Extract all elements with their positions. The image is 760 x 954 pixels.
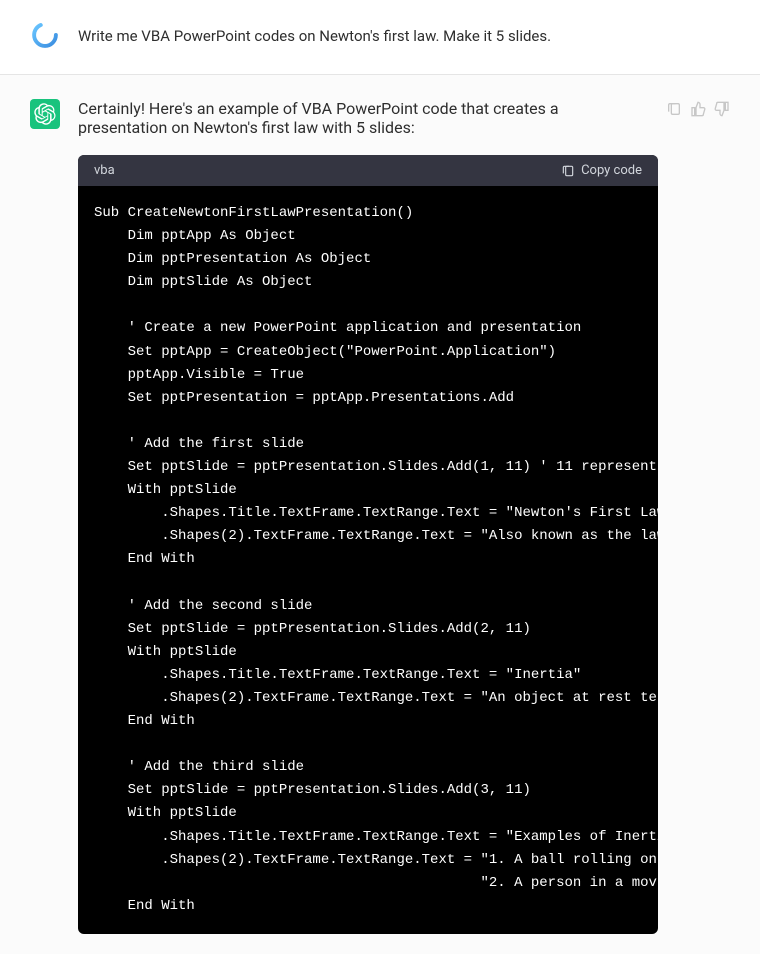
code-language-label: vba	[94, 163, 115, 178]
copy-code-button[interactable]: Copy code	[561, 163, 642, 178]
copy-code-label: Copy code	[581, 163, 642, 178]
code-header: vba Copy code	[78, 155, 658, 186]
clipboard-icon	[561, 164, 575, 178]
assistant-intro-text: Certainly! Here's an example of VBA Powe…	[78, 99, 648, 137]
code-content[interactable]: Sub CreateNewtonFirstLawPresentation() D…	[78, 186, 658, 934]
user-message-row: Write me VBA PowerPoint codes on Newton'…	[0, 0, 760, 75]
thumbs-down-icon[interactable]	[714, 101, 730, 117]
user-avatar	[30, 20, 60, 50]
clipboard-icon[interactable]	[666, 101, 682, 117]
openai-logo-icon	[34, 103, 56, 125]
message-actions	[666, 99, 730, 117]
code-block: vba Copy code Sub CreateNewtonFirstLawPr…	[78, 155, 658, 934]
user-avatar-icon	[31, 21, 59, 49]
assistant-avatar	[30, 99, 60, 129]
assistant-content: Certainly! Here's an example of VBA Powe…	[78, 99, 648, 934]
user-message-text: Write me VBA PowerPoint codes on Newton'…	[78, 20, 730, 48]
assistant-message-row: Certainly! Here's an example of VBA Powe…	[0, 75, 760, 954]
thumbs-up-icon[interactable]	[690, 101, 706, 117]
